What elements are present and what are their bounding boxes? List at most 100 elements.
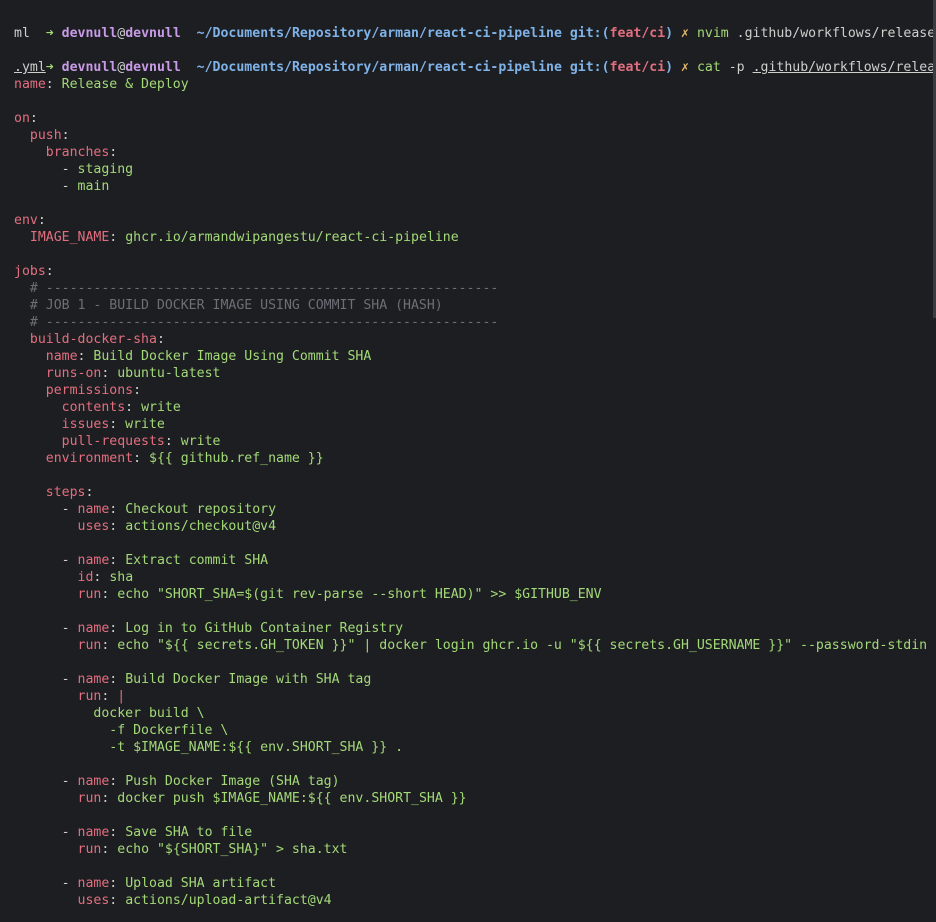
yaml-key: steps: [45, 485, 86, 500]
yaml-value: write: [125, 417, 165, 432]
yaml-colon: :: [101, 842, 118, 857]
yaml-line: docker build \: [14, 705, 204, 722]
yaml-colon: :: [101, 689, 118, 704]
yaml-line: run: echo "${SHORT_SHA}" > sha.txt: [14, 841, 348, 858]
yaml-colon: :: [109, 145, 118, 160]
yaml-colon: :: [101, 587, 118, 602]
yaml-key: uses: [77, 519, 110, 534]
yaml-key: on: [14, 111, 30, 126]
yaml-colon: :: [37, 213, 46, 228]
yaml-value: ${{ github.ref_name }}: [149, 451, 324, 466]
yaml-indent: [14, 400, 62, 415]
yaml-colon: :: [109, 893, 126, 908]
yaml-value: sha: [109, 570, 134, 585]
yaml-indent: [14, 519, 78, 534]
yaml-key: branches: [45, 145, 110, 160]
yaml-dash: -: [14, 162, 78, 177]
yaml-line: - name: Save SHA to file: [14, 824, 253, 841]
yaml-key: build-docker-sha: [29, 332, 157, 347]
yaml-key: name: [77, 553, 110, 568]
yaml-list-item: main: [77, 179, 110, 194]
yaml-line: run: |: [14, 688, 126, 705]
yaml-key: name: [77, 621, 110, 636]
yaml-colon: :: [109, 519, 126, 534]
yaml-indent: [14, 349, 46, 364]
yaml-value: Build Docker Image with SHA tag: [125, 672, 372, 687]
yaml-colon: :: [109, 230, 126, 245]
yaml-dash: -: [14, 774, 78, 789]
yaml-line: permissions:: [14, 382, 141, 399]
yaml-key: name: [77, 774, 110, 789]
yaml-value: actions/checkout@v4: [125, 519, 277, 534]
prompt-user: devnull: [61, 60, 118, 75]
yaml-key: pull-requests: [61, 434, 165, 449]
yaml-colon: :: [109, 876, 126, 891]
yaml-key: run: [77, 689, 102, 704]
yaml-indent: [14, 587, 78, 602]
yaml-line: env:: [14, 212, 46, 229]
yaml-line: contents: write: [14, 399, 181, 416]
shell-prompt-2: ➜ devnull@devnull ~/Documents/Repository…: [14, 42, 936, 75]
terminal-window[interactable]: ➜ devnull@devnull ~/Documents/Repository…: [0, 0, 936, 922]
yaml-key: uses: [77, 893, 110, 908]
yaml-indent: [14, 434, 62, 449]
yaml-value: Save SHA to file: [125, 825, 253, 840]
yaml-line: name: Build Docker Image Using Commit SH…: [14, 348, 372, 365]
yaml-line: run: echo "${{ secrets.GH_TOKEN }}" | do…: [14, 637, 928, 654]
prompt-git-label: git:(: [569, 60, 610, 75]
yaml-key: run: [77, 842, 102, 857]
yaml-indent: [14, 485, 46, 500]
yaml-line: -t $IMAGE_NAME:${{ env.SHORT_SHA }} .: [14, 739, 403, 756]
yaml-line: - main: [14, 178, 110, 195]
yaml-key: IMAGE_NAME: [29, 230, 110, 245]
yaml-colon: :: [109, 417, 126, 432]
shell-prompt-1: ➜ devnull@devnull ~/Documents/Repository…: [14, 8, 936, 41]
command-arg-wrap: ml: [14, 26, 30, 41]
yaml-value: echo "${SHORT_SHA}" > sha.txt: [117, 842, 348, 857]
yaml-line: pull-requests: write: [14, 433, 221, 450]
yaml-dash: -: [14, 179, 78, 194]
yaml-colon: :: [109, 774, 126, 789]
yaml-line: - name: Log in to GitHub Container Regis…: [14, 620, 403, 637]
yaml-colon: :: [156, 332, 165, 347]
yaml-colon: :: [45, 264, 54, 279]
yaml-colon: :: [101, 366, 118, 381]
yaml-indent: [14, 366, 46, 381]
yaml-value: docker push $IMAGE_NAME:${{ env.SHORT_SH…: [117, 791, 467, 806]
prompt-at: @: [117, 60, 126, 75]
prompt-branch: feat/ci: [609, 26, 666, 41]
yaml-block-text: -f Dockerfile \: [14, 723, 229, 738]
command-arg-wrap: .yml: [14, 60, 46, 75]
yaml-indent: [14, 791, 78, 806]
yaml-value: echo "${{ secrets.GH_TOKEN }}" | docker …: [117, 638, 928, 653]
yaml-indent: [14, 638, 78, 653]
yaml-line: run: echo "SHORT_SHA=$(git rev-parse --s…: [14, 586, 602, 603]
yaml-line: IMAGE_NAME: ghcr.io/armandwipangestu/rea…: [14, 229, 459, 246]
yaml-indent: [14, 298, 30, 313]
yaml-value: ghcr.io/armandwipangestu/react-ci-pipeli…: [125, 230, 459, 245]
yaml-dash: -: [14, 672, 78, 687]
yaml-dash: -: [14, 876, 78, 891]
yaml-indent: [14, 145, 46, 160]
yaml-line: # --------------------------------------…: [14, 314, 498, 331]
yaml-value: Push Docker Image (SHA tag): [125, 774, 340, 789]
yaml-colon: :: [29, 111, 38, 126]
prompt-user: devnull: [61, 26, 118, 41]
yaml-key: name: [77, 876, 110, 891]
yaml-value: actions/upload-artifact@v4: [125, 893, 332, 908]
yaml-value: write: [180, 434, 221, 449]
yaml-line: -f Dockerfile \: [14, 722, 228, 739]
yaml-key: id: [77, 570, 94, 585]
yaml-colon: :: [125, 400, 142, 415]
yaml-key: name: [45, 349, 78, 364]
yaml-value: Checkout repository: [125, 502, 277, 517]
yaml-comment: # JOB 1 - BUILD DOCKER IMAGE USING COMMI…: [29, 298, 443, 313]
yaml-key: environment: [45, 451, 134, 466]
yaml-list-item: staging: [77, 162, 134, 177]
yaml-indent: [14, 281, 30, 296]
yaml-colon: :: [45, 77, 62, 92]
prompt-path: ~/Documents/Repository/arman/react-ci-pi…: [196, 60, 562, 75]
prompt-dirty-icon: ✗: [681, 26, 689, 41]
yaml-line: run: docker push $IMAGE_NAME:${{ env.SHO…: [14, 790, 467, 807]
shell-prompt-1-wrap: ml: [14, 25, 30, 42]
